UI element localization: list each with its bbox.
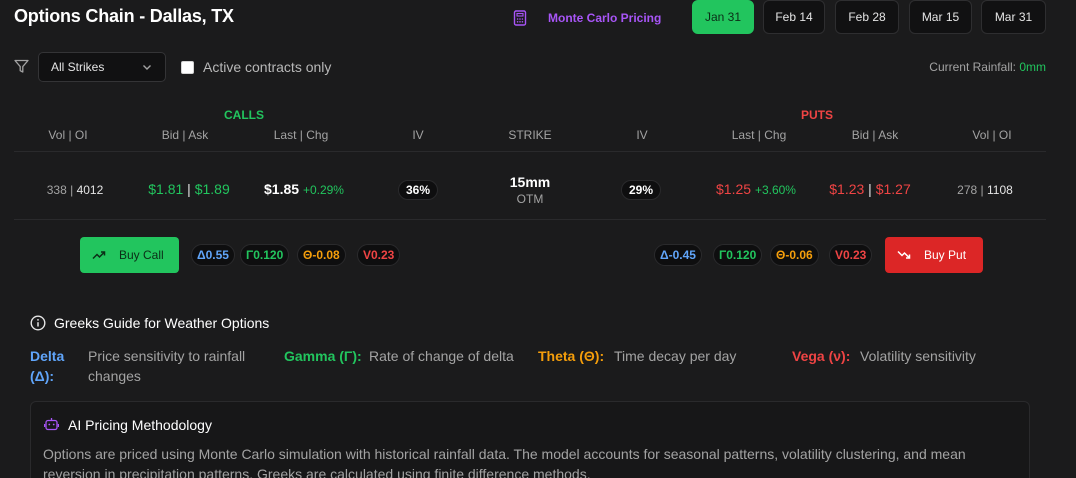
put-bid-ask: $1.23 | $1.27 (829, 181, 911, 197)
put-iv-badge: 29% (620, 180, 662, 200)
col-put-last-chg: Last | Chg (731, 128, 787, 142)
trending-down-icon (897, 250, 911, 259)
put-last: $1.25 (716, 181, 752, 197)
row-divider (14, 219, 1046, 220)
call-bid-ask: $1.81 | $1.89 (148, 181, 230, 197)
rainfall-label: Current Rainfall: (929, 60, 1016, 74)
guide-theta-desc: Time decay per day (614, 348, 737, 364)
guide-theta-label: Theta (Θ): (538, 348, 605, 364)
chevron-down-icon (143, 65, 151, 70)
guide-delta-label: Delta (Δ): (30, 348, 65, 384)
guide-vega-label: Vega (ν): (792, 348, 851, 364)
guide-gamma-desc: Rate of change of delta (369, 348, 514, 364)
col-put-bid-ask: Bid | Ask (851, 128, 899, 142)
robot-icon (44, 418, 59, 431)
strike-filter-select[interactable]: All Strikes (38, 52, 166, 82)
put-gamma-badge: Γ0.120 (713, 244, 763, 266)
col-call-bid-ask: Bid | Ask (161, 128, 209, 142)
put-bid: $1.23 (829, 181, 865, 197)
ai-methodology-body: Options are priced using Monte Carlo sim… (43, 446, 966, 478)
tab-mar-15[interactable]: Mar 15 (909, 0, 972, 34)
tab-mar-31[interactable]: Mar 31 (981, 0, 1046, 34)
call-vega-badge: V0.23 (357, 244, 401, 266)
call-change: +0.29% (302, 183, 344, 197)
strike-value: 15mm (509, 174, 551, 190)
put-vega-badge: V0.23 (829, 244, 873, 266)
strike-filter-value: All Strikes (51, 60, 105, 74)
call-ask: $1.89 (194, 181, 230, 197)
strike-cell: 15mm OTM (510, 174, 550, 206)
tab-feb-28[interactable]: Feb 28 (835, 0, 899, 34)
call-volume: 338 (46, 183, 67, 197)
active-contracts-checkbox[interactable] (181, 61, 194, 74)
call-iv-badge: 36% (397, 180, 439, 200)
buy-call-label: Buy Call (119, 248, 164, 262)
guide-vega-desc: Volatility sensitivity (860, 348, 976, 364)
call-vol-oi: 338 | 4012 (47, 183, 104, 197)
col-put-iv: IV (636, 128, 648, 142)
puts-heading: PUTS (801, 108, 834, 122)
put-open-interest: 1108 (987, 183, 1013, 197)
guide-gamma-label: Gamma (Γ): (284, 348, 362, 364)
col-strike: STRIKE (508, 128, 552, 142)
put-volume: 278 (957, 183, 978, 197)
info-icon (30, 315, 46, 331)
separator: | (868, 181, 872, 197)
buy-put-button[interactable]: Buy Put (885, 237, 983, 273)
page-title: Options Chain - Dallas, TX (14, 6, 234, 26)
calls-heading: CALLS (224, 108, 264, 122)
col-call-vol-oi: Vol | OI (48, 128, 88, 142)
col-call-last-chg: Last | Chg (273, 128, 329, 142)
separator: | (187, 181, 191, 197)
greeks-guide-title: Greeks Guide for Weather Options (54, 315, 270, 331)
ai-methodology-title: AI Pricing Methodology (68, 417, 212, 433)
ai-methodology-panel: AI Pricing Methodology Options are price… (30, 401, 1030, 478)
monte-carlo-label: Monte Carlo Pricing (548, 11, 662, 25)
separator: | (70, 183, 74, 197)
col-put-vol-oi: Vol | OI (972, 128, 1012, 142)
tab-feb-14[interactable]: Feb 14 (763, 0, 825, 34)
call-last-chg: $1.85 +0.29% (264, 181, 344, 197)
call-last: $1.85 (264, 181, 300, 197)
call-gamma-badge: Γ0.120 (240, 244, 290, 266)
put-theta-badge: Θ-0.06 (770, 244, 819, 266)
call-bid: $1.81 (148, 181, 184, 197)
header-divider (14, 151, 1046, 152)
col-call-iv: IV (412, 128, 424, 142)
guide-delta-desc: Price sensitivity to rainfall changes (88, 348, 246, 384)
rainfall-value: 0mm (1019, 60, 1046, 74)
filter-icon (14, 59, 29, 73)
current-rainfall: Current Rainfall: 0mm (929, 60, 1046, 74)
strike-status: OTM (516, 192, 544, 206)
monte-carlo-pricing-button[interactable]: Monte Carlo Pricing (513, 8, 661, 28)
buy-call-button[interactable]: Buy Call (80, 237, 179, 273)
buy-put-label: Buy Put (924, 248, 967, 262)
separator: | (980, 183, 984, 197)
put-ask: $1.27 (875, 181, 911, 197)
tab-jan-31[interactable]: Jan 31 (692, 0, 754, 34)
put-last-chg: $1.25 +3.60% (716, 181, 796, 197)
call-delta-badge: Δ0.55 (191, 244, 235, 266)
put-change: +3.60% (754, 183, 796, 197)
call-theta-badge: Θ-0.08 (297, 244, 346, 266)
put-delta-badge: Δ-0.45 (654, 244, 702, 266)
trending-up-icon (92, 251, 106, 260)
calculator-icon (513, 10, 527, 26)
active-contracts-label: Active contracts only (203, 59, 332, 75)
call-open-interest: 4012 (76, 183, 104, 197)
put-vol-oi: 278 | 1108 (957, 183, 1013, 197)
